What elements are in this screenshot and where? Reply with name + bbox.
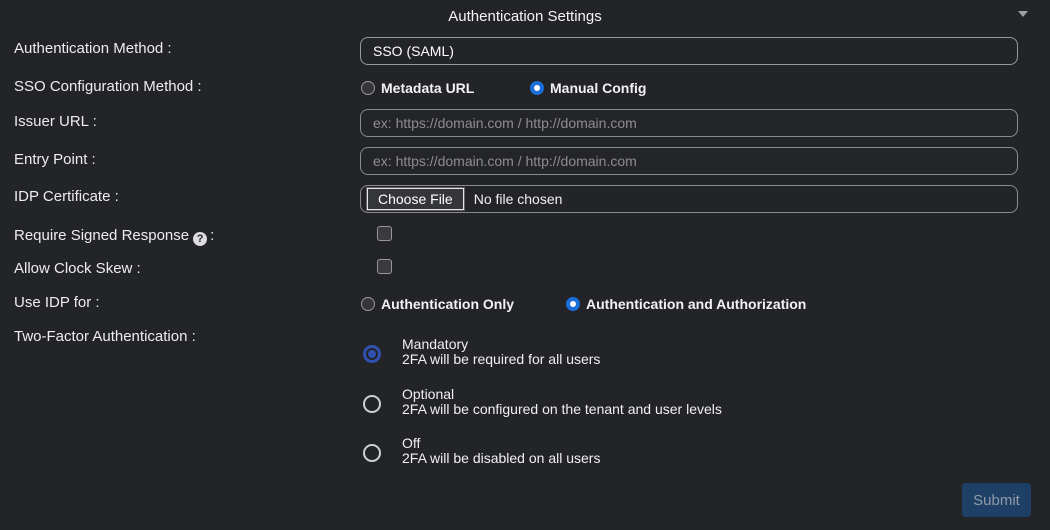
choose-file-button[interactable]: Choose File [367,188,464,210]
help-icon[interactable]: ? [193,232,207,246]
require-signed-response-suffix: : [210,227,214,244]
allow-clock-skew-label: Allow Clock Skew : [14,260,141,277]
require-signed-response-label: Require Signed Response?: [14,227,214,246]
two-factor-optional-option: Optional 2FA will be configured on the t… [402,387,722,416]
two-factor-mandatory-radio[interactable] [363,345,381,363]
require-signed-response-checkbox[interactable] [377,226,392,241]
entry-point-label: Entry Point : [14,151,96,168]
two-factor-optional-desc: 2FA will be configured on the tenant and… [402,402,722,416]
two-factor-optional-title[interactable]: Optional [402,387,722,401]
issuer-url-input[interactable] [360,109,1018,137]
two-factor-off-title[interactable]: Off [402,436,600,450]
auth-method-label: Authentication Method : [14,40,172,57]
submit-button[interactable]: Submit [962,483,1031,517]
two-factor-optional-radio[interactable] [363,395,381,413]
two-factor-mandatory-option: Mandatory 2FA will be required for all u… [402,337,600,366]
authentication-and-authorization-radio[interactable] [566,297,580,311]
two-factor-off-radio[interactable] [363,444,381,462]
metadata-url-radio[interactable] [361,81,375,95]
metadata-url-label[interactable]: Metadata URL [381,80,474,96]
two-factor-mandatory-title[interactable]: Mandatory [402,337,600,351]
two-factor-mandatory-desc: 2FA will be required for all users [402,352,600,366]
page-title: Authentication Settings [0,8,1050,25]
idp-certificate-file-input[interactable]: Choose File No file chosen [360,185,1018,213]
entry-point-input[interactable] [360,147,1018,175]
manual-config-radio[interactable] [530,81,544,95]
auth-method-select[interactable]: SSO (SAML) [360,37,1018,65]
auth-method-value: SSO (SAML) [373,43,454,59]
sso-config-label: SSO Configuration Method : [14,78,202,95]
file-status-text: No file chosen [474,191,563,207]
idp-certificate-label: IDP Certificate : [14,188,119,205]
two-factor-off-option: Off 2FA will be disabled on all users [402,436,600,465]
authentication-only-label[interactable]: Authentication Only [381,296,514,312]
two-factor-label: Two-Factor Authentication : [14,328,196,345]
chevron-down-icon [1018,11,1028,17]
require-signed-response-text: Require Signed Response [14,227,189,244]
authentication-and-authorization-label[interactable]: Authentication and Authorization [586,296,806,312]
two-factor-off-desc: 2FA will be disabled on all users [402,451,600,465]
manual-config-label[interactable]: Manual Config [550,80,646,96]
use-idp-for-label: Use IDP for : [14,294,100,311]
authentication-only-radio[interactable] [361,297,375,311]
issuer-url-label: Issuer URL : [14,113,97,130]
allow-clock-skew-checkbox[interactable] [377,259,392,274]
